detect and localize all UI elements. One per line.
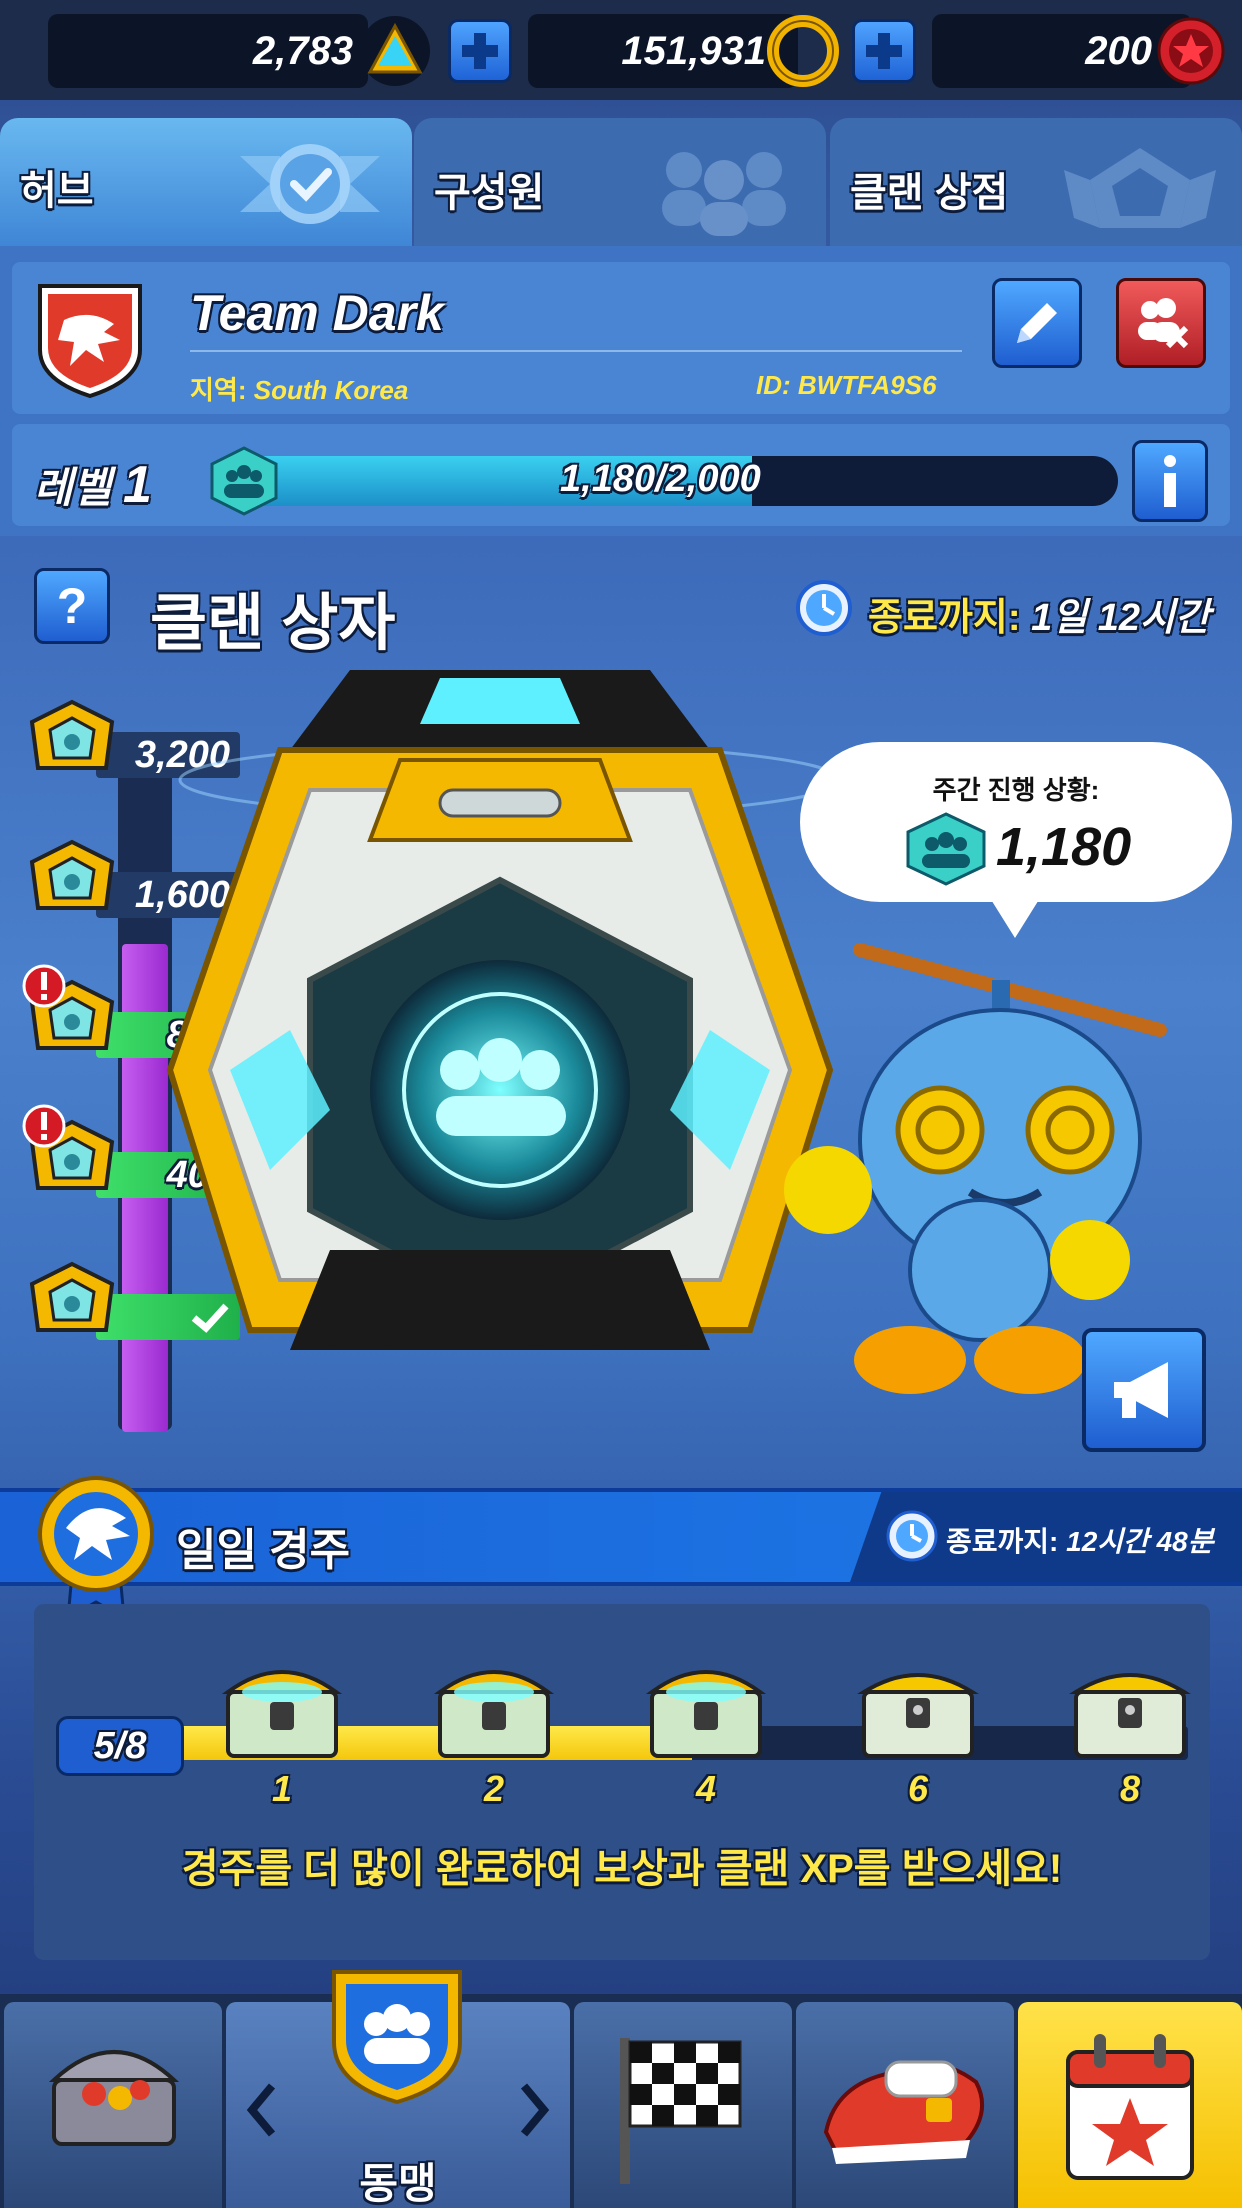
- tab-hub-label: 허브: [20, 169, 94, 213]
- shoes-icon: [823, 2060, 984, 2164]
- gem-icon: [360, 16, 430, 86]
- rings-value: 151,931: [621, 29, 766, 73]
- pencil-icon: [1017, 303, 1057, 343]
- small-chest-icon: [29, 699, 115, 770]
- clan-region-value: South Korea: [253, 375, 409, 405]
- check-badge-icon: [240, 144, 380, 224]
- clan-xp-hex-icon: [906, 812, 986, 886]
- members-icon: [662, 152, 786, 236]
- race-progress-count: 5/8: [56, 1716, 184, 1776]
- clan-xp-text: 1,180/2,000: [560, 458, 761, 500]
- edit-clan-button[interactable]: [992, 278, 1082, 368]
- nav-shop-button[interactable]: [4, 2002, 222, 2208]
- announce-button[interactable]: [1082, 1328, 1206, 1452]
- tab-members-label: 구성원: [434, 171, 545, 215]
- daily-race-header: 일일 경주 종료까지: 12시간 48분: [0, 1488, 1242, 1586]
- reward-chest-open-icon: [221, 1670, 343, 1758]
- chest-timer-value: 1일 12시간: [1031, 597, 1210, 639]
- chest-help-button[interactable]: ?: [34, 568, 110, 644]
- alert-icon: [22, 964, 66, 1008]
- race-milestone-label: 1: [271, 1768, 293, 1809]
- nav-events-button[interactable]: [1018, 2002, 1242, 2208]
- level-label: 레벨 1: [34, 454, 152, 515]
- chevron-left-icon[interactable]: [246, 2082, 276, 2138]
- daily-race-message: 경주를 더 많이 완료하여 보상과 클랜 XP를 받으세요!: [181, 1847, 1063, 1891]
- leave-members-icon: [1138, 298, 1189, 349]
- tab-members[interactable]: 구성원: [414, 118, 826, 246]
- clan-chest-image[interactable]: [150, 650, 850, 1430]
- leave-clan-button[interactable]: [1116, 278, 1206, 368]
- reward-chest-locked-icon: [1069, 1673, 1191, 1758]
- buy-rings-button[interactable]: [852, 19, 916, 83]
- rings-counter: 151,931: [528, 14, 798, 88]
- race-timer-value: 12시간 48분: [1066, 1526, 1214, 1557]
- reward-chest-locked-icon: [857, 1673, 979, 1758]
- red-star-ring-icon: [1157, 17, 1225, 85]
- small-chest-icon: [29, 839, 115, 910]
- buy-gems-button[interactable]: [448, 19, 512, 83]
- race-milestone-label: 6: [907, 1768, 929, 1809]
- daily-race-panel: [34, 1604, 1210, 1960]
- daily-race-title: 일일 경주: [176, 1526, 351, 1575]
- race-milestone-label: 8: [1119, 1768, 1141, 1809]
- gems-counter: 2,783: [48, 14, 368, 88]
- tab-clan-shop[interactable]: 클랜 상점: [830, 118, 1242, 246]
- clan-region-label: 지역:: [190, 375, 247, 405]
- clock-icon: [796, 580, 852, 636]
- small-chest-icon: [29, 1261, 115, 1332]
- megaphone-icon: [1114, 1362, 1168, 1418]
- currency-bar: 2,783 151,931 200: [0, 0, 1242, 100]
- tab-hub[interactable]: 허브: [0, 118, 412, 246]
- sonic-badge-icon: [38, 1476, 154, 1620]
- race-timer-label: 종료까지:: [946, 1526, 1059, 1557]
- nav-race-button[interactable]: [574, 2002, 792, 2208]
- treasure-chest-icon: [48, 2050, 180, 2146]
- clan-shield-icon: [332, 1970, 462, 2105]
- clan-chest-title: 클랜 상자: [150, 589, 396, 658]
- nav-active-label: 동맹: [359, 2160, 437, 2207]
- red-rings-counter: 200: [932, 14, 1192, 88]
- alert-icon: [22, 1104, 66, 1148]
- level-value: 1: [122, 456, 152, 514]
- plus-icon: [462, 33, 498, 69]
- clan-emblem-icon: [38, 284, 142, 399]
- weekly-progress-bubble: 주간 진행 상황: 1,180: [800, 742, 1232, 902]
- clan-id: ID: BWTFA9S6: [756, 370, 937, 400]
- info-icon: [1164, 455, 1176, 507]
- chest-timer-label: 종료까지:: [868, 597, 1021, 639]
- calendar-icon: [1066, 2034, 1194, 2180]
- checkered-flag-icon: [620, 2038, 742, 2184]
- reward-chest-open-icon: [645, 1670, 767, 1758]
- reward-chest-open-icon: [433, 1670, 555, 1758]
- tab-clan-shop-label: 클랜 상점: [850, 171, 1009, 215]
- clan-name: Team Dark: [190, 285, 444, 341]
- level-label-text: 레벨: [34, 464, 112, 511]
- red-rings-value: 200: [1085, 29, 1152, 73]
- race-milestone-label: 4: [695, 1768, 717, 1809]
- clan-card: Team Dark 지역: South Korea ID: BWTFA9S6: [12, 262, 1230, 414]
- chest-timer: 종료까지: 1일 12시간: [868, 586, 1210, 641]
- chevron-right-icon[interactable]: [520, 2082, 550, 2138]
- nav-upgrade-button[interactable]: [796, 2002, 1014, 2208]
- clan-card-divider: [190, 350, 962, 352]
- race-milestone-label: 2: [483, 1768, 505, 1809]
- level-info-button[interactable]: [1132, 440, 1208, 522]
- clock-icon: [886, 1510, 938, 1562]
- plus-icon: [866, 33, 902, 69]
- clan-region: 지역: South Korea: [190, 370, 408, 407]
- clan-xp-hex-icon: [210, 446, 278, 516]
- shop-icon: [1064, 148, 1216, 228]
- gems-value: 2,783: [252, 29, 353, 73]
- weekly-progress-label: 주간 진행 상황:: [932, 775, 1100, 805]
- weekly-progress-value: 1,180: [996, 817, 1132, 877]
- ring-icon: [767, 15, 839, 87]
- race-timer: 종료까지: 12시간 48분: [946, 1520, 1214, 1560]
